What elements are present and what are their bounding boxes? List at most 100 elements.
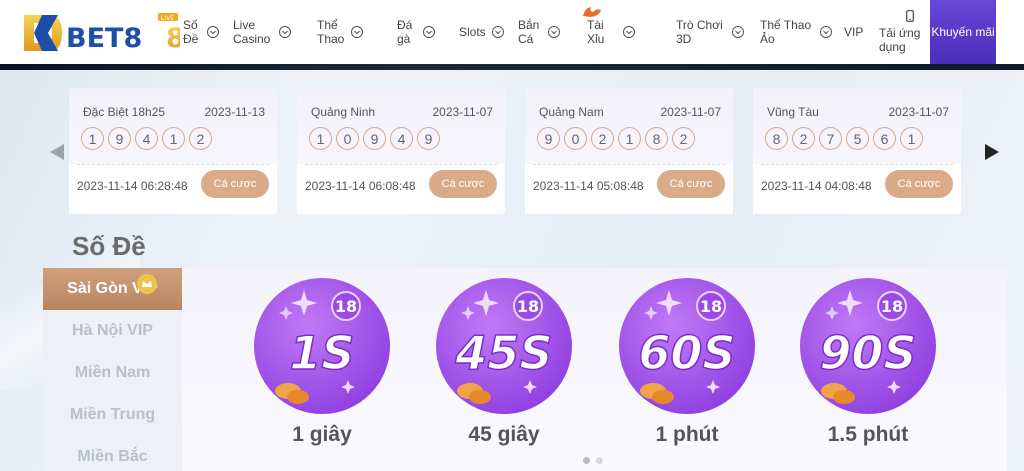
region-tab[interactable]: Sài Gòn VIP — [43, 268, 182, 310]
svg-text:18: 18 — [700, 297, 722, 316]
nav-item[interactable]: VIP — [844, 25, 879, 39]
region-tab[interactable]: Miền Trung — [43, 394, 182, 436]
game-option[interactable]: 18 60S 1 phút — [617, 276, 757, 447]
pagination-dot[interactable] — [596, 457, 603, 464]
nav-item[interactable]: Thể Thao Ảo — [760, 18, 844, 46]
region-tab-label: Miền Bắc — [77, 448, 148, 465]
lottery-name: Quảng Ninh — [311, 105, 376, 119]
carousel-prev-arrow-icon[interactable] — [50, 144, 64, 160]
top-nav: BET8 8 LIVE Số Đề Live Casino Thể Thao Đá g… — [0, 0, 1024, 64]
result-number-ball: 0 — [336, 127, 359, 150]
draw-date: 2023-11-13 — [204, 105, 266, 119]
nav-item-label: VIP — [844, 25, 864, 39]
next-draw-time: 2023-11-14 04:08:48 — [761, 179, 872, 193]
region-menu: Sài Gòn VIP Hà Nội VIP Miền Nam Miền Trung M… — [43, 268, 182, 471]
draw-date: 2023-11-07 — [660, 105, 722, 119]
result-number-ball: 1 — [900, 127, 923, 150]
next-draw-time: 2023-11-14 05:08:48 — [533, 179, 644, 193]
result-number-ball: 5 — [846, 127, 869, 150]
nav-item-label: Đá gà — [397, 18, 413, 46]
chevron-down-icon — [423, 26, 435, 38]
svg-text:8: 8 — [166, 23, 180, 54]
bet-button[interactable]: Cá cược — [201, 170, 269, 198]
game-label: 45 giây — [468, 423, 540, 446]
nav-item-label: Slots — [459, 25, 486, 39]
chevron-down-icon — [623, 26, 635, 38]
nav-item-label: Số Đề — [183, 18, 199, 46]
nav-item-label: Tài Xỉu — [587, 18, 605, 46]
result-numbers: 19412 — [81, 127, 212, 150]
region-tab[interactable]: Hà Nội VIP — [43, 310, 182, 352]
nav-item[interactable]: Đá gà — [397, 18, 459, 46]
nav-item-label: Thể Thao Ảo — [760, 18, 812, 46]
site-logo[interactable]: BET8 8 LIVE — [22, 11, 180, 55]
next-draw-time: 2023-11-14 06:08:48 — [305, 179, 416, 193]
result-number-ball: 9 — [417, 127, 440, 150]
card-header — [753, 88, 961, 164]
nav-item-label: Bắn Cá — [518, 18, 540, 46]
bet-button[interactable]: Cá cược — [885, 170, 953, 198]
pagination-dot[interactable] — [583, 457, 590, 464]
nav-item[interactable]: Bắn Cá — [518, 18, 587, 46]
result-number-ball: 6 — [873, 127, 896, 150]
hot-badge-icon — [581, 6, 603, 18]
phone-icon — [906, 10, 914, 25]
nav-item[interactable]: Live Casino — [233, 18, 317, 46]
chevron-down-icon — [491, 26, 504, 38]
result-number-ball: 8 — [765, 127, 788, 150]
game-option[interactable]: 18 1S 1 giây — [252, 276, 392, 447]
main-menu: Số Đề Live Casino Thể Thao Đá gà Slots Bắn Cá… — [183, 0, 939, 64]
card-divider — [77, 164, 269, 165]
result-card: Quảng Ninh 2023-11-07 1 0 9 4 9 2023-11-14 06:0… — [297, 88, 505, 214]
result-number-ball: 9 — [363, 127, 386, 150]
carousel-pagination — [583, 457, 603, 464]
svg-text:60S: 60S — [638, 326, 735, 380]
game-label: 1 giây — [292, 423, 352, 446]
svg-text:18: 18 — [335, 297, 357, 316]
result-number-ball: 1 — [618, 127, 641, 150]
svg-text:18: 18 — [517, 297, 539, 316]
game-timer-icon: 18 60S — [619, 278, 755, 414]
game-label: 1 phút — [655, 423, 719, 446]
nav-item[interactable]: Tài Xỉu — [583, 7, 676, 46]
svg-text:1S: 1S — [289, 326, 354, 380]
result-number-ball: 8 — [645, 127, 668, 150]
game-option[interactable]: 18 90S 1.5 phút — [798, 276, 938, 447]
svg-text:90S: 90S — [819, 326, 916, 380]
result-numbers: 827561 — [765, 127, 923, 150]
nav-item-label: Tải ứng dụng — [879, 26, 921, 54]
region-tab-label: Miền Trung — [69, 406, 156, 423]
result-card: Đặc Biệt 18h25 2023-11-13 1 9 4 1 2 2023-11-14 … — [69, 88, 277, 214]
lottery-name: Đặc Biệt 18h25 — [83, 105, 166, 119]
result-number-ball: 4 — [135, 127, 158, 150]
section-title: Số Đề — [72, 231, 146, 261]
result-card: Vũng Tàu 2023-11-07 8 2 7 5 6 1 2023-11-14 04:08… — [753, 88, 961, 214]
result-number-ball: 7 — [819, 127, 842, 150]
chevron-down-icon — [207, 26, 219, 38]
nav-item[interactable]: Thể Thao — [317, 18, 397, 46]
lottery-name: Vũng Tàu — [767, 105, 819, 119]
game-option[interactable]: 18 45S 45 giây — [434, 276, 574, 447]
carousel-next-arrow-icon[interactable] — [985, 144, 999, 160]
promotion-button[interactable]: Khuyến mãi — [930, 0, 996, 64]
card-header — [525, 88, 733, 164]
result-number-ball: 0 — [564, 127, 587, 150]
nav-item[interactable]: Số Đề — [183, 18, 233, 46]
result-number-ball: 2 — [672, 127, 695, 150]
card-divider — [305, 164, 497, 165]
draw-date: 2023-11-07 — [432, 105, 494, 119]
bet-button[interactable]: Cá cược — [657, 170, 725, 198]
draw-date: 2023-11-07 — [888, 105, 950, 119]
region-tab[interactable]: Miền Bắc — [43, 436, 182, 471]
result-card: Quảng Nam 2023-11-07 9 0 2 1 8 2 2023-11-14 05:0… — [525, 88, 733, 214]
nav-item-label: Trò Chơi 3D — [676, 18, 723, 46]
nav-item-label: Live Casino — [233, 18, 271, 46]
chevron-down-icon — [732, 26, 744, 38]
bet-button[interactable]: Cá cược — [429, 170, 497, 198]
region-tab[interactable]: Miền Nam — [43, 352, 182, 394]
nav-item[interactable]: Trò Chơi 3D — [676, 18, 760, 46]
region-tab-label: Miền Nam — [74, 364, 151, 381]
nav-item[interactable]: Slots — [459, 25, 518, 39]
svg-text:45S: 45S — [454, 326, 552, 380]
result-number-ball: 4 — [390, 127, 413, 150]
